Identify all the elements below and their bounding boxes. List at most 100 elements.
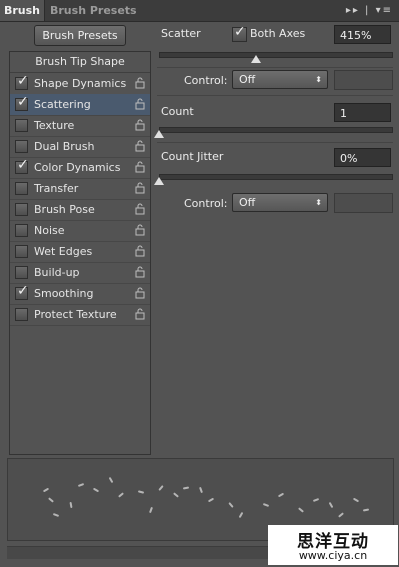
brush-presets-button[interactable]: Brush Presets — [34, 25, 126, 46]
count-jitter-value-field[interactable]: 0% — [334, 148, 391, 167]
checkmark-icon: ✓ — [17, 157, 29, 173]
scatter-value-field[interactable]: 415% — [334, 25, 391, 44]
brush-dab — [108, 476, 114, 484]
brush-dab — [92, 487, 100, 493]
brush-dab — [238, 511, 244, 519]
option-row-smoothing[interactable]: ✓ Smoothing — [10, 283, 150, 305]
option-row-texture[interactable]: Texture — [10, 115, 150, 137]
option-checkbox[interactable] — [15, 203, 28, 216]
brush-dab — [338, 512, 344, 518]
lock-icon[interactable] — [134, 308, 146, 320]
tab-bar: Brush Brush Presets ▸▸ | ▾≡ — [0, 0, 399, 22]
scatter-label: Scatter — [161, 27, 201, 40]
option-checkbox[interactable]: ✓ — [15, 94, 29, 111]
checkmark-icon: ✓ — [234, 24, 246, 40]
option-row-color-dynamics[interactable]: ✓ Color Dynamics — [10, 157, 150, 179]
option-row-protect-texture[interactable]: Protect Texture — [10, 304, 150, 326]
count-value-field[interactable]: 1 — [334, 103, 391, 122]
option-row-noise[interactable]: Noise — [10, 220, 150, 242]
brush-dab — [262, 503, 270, 507]
brush-dab — [312, 498, 320, 502]
count-jitter-control-dropdown[interactable]: Off ⬍ — [232, 193, 328, 212]
brush-dab — [69, 501, 73, 509]
lock-icon[interactable] — [134, 203, 146, 215]
lock-icon[interactable] — [134, 266, 146, 278]
tab-brush[interactable]: Brush — [0, 0, 45, 21]
option-checkbox[interactable]: ✓ — [15, 283, 29, 300]
option-checkbox[interactable] — [15, 308, 28, 321]
option-row-transfer[interactable]: Transfer — [10, 178, 150, 200]
count-jitter-label: Count Jitter — [161, 150, 224, 163]
brush-dab — [352, 497, 360, 503]
scatter-slider-track[interactable] — [159, 52, 393, 58]
brush-dab — [173, 492, 179, 498]
brush-dab — [48, 497, 54, 503]
option-label: Brush Pose — [34, 203, 95, 216]
both-axes-label: Both Axes — [250, 27, 306, 40]
option-label: Noise — [34, 224, 65, 237]
option-row-dual-brush[interactable]: Dual Brush — [10, 136, 150, 158]
option-label: Protect Texture — [34, 308, 117, 321]
brush-dab — [137, 490, 145, 494]
brush-dab — [328, 501, 334, 509]
scatter-slider-thumb[interactable] — [251, 55, 262, 63]
brush-dab — [149, 506, 153, 514]
count-jitter-slider-track[interactable] — [159, 174, 393, 180]
brush-dab — [52, 513, 60, 517]
lock-icon[interactable] — [134, 140, 146, 152]
lock-icon[interactable] — [134, 224, 146, 236]
panel-menu-icon[interactable]: ▸▸ | ▾≡ — [346, 0, 393, 21]
option-row-build-up[interactable]: Build-up — [10, 262, 150, 284]
count-slider-track[interactable] — [159, 127, 393, 133]
brush-dab — [207, 497, 215, 503]
brush-tip-shape-item[interactable]: Brush Tip Shape — [10, 52, 150, 73]
lock-icon[interactable] — [134, 182, 146, 194]
control-label: Control: — [184, 74, 228, 87]
option-checkbox[interactable] — [15, 140, 28, 153]
lock-icon[interactable] — [134, 245, 146, 257]
option-label: Transfer — [34, 182, 79, 195]
lock-icon[interactable] — [134, 119, 146, 131]
count-jitter-slider-thumb[interactable] — [154, 177, 164, 185]
option-label: Shape Dynamics — [34, 77, 127, 90]
brush-dab — [118, 492, 124, 498]
lock-icon[interactable] — [134, 161, 146, 173]
checkmark-icon: ✓ — [17, 283, 29, 299]
option-checkbox[interactable] — [15, 266, 28, 279]
option-label: Smoothing — [34, 287, 94, 300]
lock-icon[interactable] — [134, 77, 146, 89]
both-axes-checkbox[interactable]: ✓ — [232, 24, 247, 42]
brush-dab — [199, 486, 203, 494]
brush-dab — [298, 507, 304, 513]
option-checkbox[interactable]: ✓ — [15, 73, 29, 90]
option-row-shape-dynamics[interactable]: ✓ Shape Dynamics — [10, 73, 150, 95]
brush-dab — [182, 486, 190, 490]
option-label: Wet Edges — [34, 245, 93, 258]
brush-dab — [158, 485, 164, 491]
option-label: Texture — [34, 119, 75, 132]
option-checkbox[interactable] — [15, 224, 28, 237]
brush-dab — [362, 508, 370, 512]
option-row-wet-edges[interactable]: Wet Edges — [10, 241, 150, 263]
dropdown-value: Off — [239, 73, 256, 86]
option-checkbox[interactable] — [15, 245, 28, 258]
scatter-control-dropdown[interactable]: Off ⬍ — [232, 70, 328, 89]
lock-icon[interactable] — [134, 287, 146, 299]
control-label: Control: — [184, 197, 228, 210]
option-checkbox[interactable] — [15, 182, 28, 195]
lock-icon[interactable] — [134, 98, 146, 110]
option-checkbox[interactable] — [15, 119, 28, 132]
tab-brush-presets[interactable]: Brush Presets — [50, 0, 137, 21]
option-label: Build-up — [34, 266, 80, 279]
option-checkbox[interactable]: ✓ — [15, 157, 29, 174]
option-row-scattering[interactable]: ✓ Scattering — [10, 94, 150, 116]
brush-dab — [277, 492, 285, 498]
control-value-field — [334, 70, 393, 90]
option-row-brush-pose[interactable]: Brush Pose — [10, 199, 150, 221]
option-label: Color Dynamics — [34, 161, 121, 174]
option-label: Dual Brush — [34, 140, 95, 153]
brush-dab — [228, 502, 234, 508]
watermark-logo: 思洋互动 www.ciya.cn — [268, 525, 398, 565]
count-label: Count — [161, 105, 194, 118]
count-slider-thumb[interactable] — [154, 130, 164, 138]
